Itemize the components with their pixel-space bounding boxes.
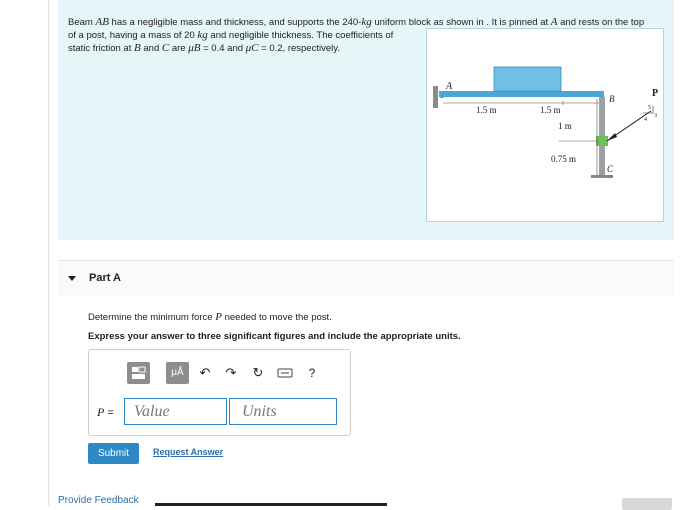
request-answer-link[interactable]: Request Answer [153, 447, 223, 457]
answer-instruction: Express your answer to three significant… [88, 331, 461, 342]
answer-toolbar: μÅ ↶ ↷ ↻ ? [125, 362, 325, 386]
beam-post-diagram: A B C P 1.5 m 1.5 m 1 m 0.75 m 5 3 4 [433, 66, 658, 178]
label-a: A [445, 81, 453, 92]
reset-icon[interactable]: ↻ [250, 365, 266, 381]
post-collar [596, 136, 608, 146]
dim-1m: 1 m [558, 121, 572, 131]
value-input[interactable]: Value [124, 398, 227, 425]
templates-icon [132, 366, 146, 379]
next-button[interactable] [622, 498, 672, 510]
slope-label-4: 4 [644, 117, 647, 123]
dim-1-5m-left: 1.5 m [476, 105, 497, 115]
label-p: P [652, 88, 658, 99]
redo-icon[interactable]: ↷ [223, 365, 239, 381]
label-c: C [607, 164, 614, 174]
part-a-title: Part A [89, 272, 121, 284]
help-icon[interactable]: ? [304, 365, 320, 381]
collapse-caret-icon[interactable] [68, 276, 76, 281]
submit-button[interactable]: Submit [88, 443, 139, 464]
units-input[interactable]: Units [229, 398, 337, 425]
force-arrowhead [607, 133, 617, 141]
ground [591, 175, 613, 178]
undo-icon[interactable]: ↶ [197, 365, 213, 381]
keyboard-glyph [277, 368, 293, 378]
problem-figure: A B C P 1.5 m 1.5 m 1 m 0.75 m 5 3 4 [426, 28, 664, 222]
block [493, 66, 562, 92]
left-divider [48, 0, 49, 506]
answer-box: μÅ ↶ ↷ ↻ ? P = Value Units [88, 349, 351, 436]
slope-label-5: 5 [648, 105, 651, 111]
wall-support [433, 86, 438, 108]
templates-button[interactable] [127, 362, 150, 384]
p-label: P = [97, 405, 114, 419]
keyboard-icon[interactable] [277, 365, 293, 381]
part-a-header[interactable]: Part A [58, 260, 674, 297]
question-text: Determine the minimum force P needed to … [88, 311, 332, 323]
dim-0-75m: 0.75 m [551, 154, 576, 164]
units-button[interactable]: μÅ [166, 362, 189, 384]
problem-panel: Beam AB has a negligible mass and thickn… [58, 0, 674, 240]
label-b: B [609, 94, 615, 104]
beam-ab [439, 91, 604, 97]
dim-1-5m-right: 1.5 m [540, 105, 561, 115]
provide-feedback-link[interactable]: Provide Feedback [58, 495, 139, 506]
slope-label-3: 3 [654, 113, 657, 119]
